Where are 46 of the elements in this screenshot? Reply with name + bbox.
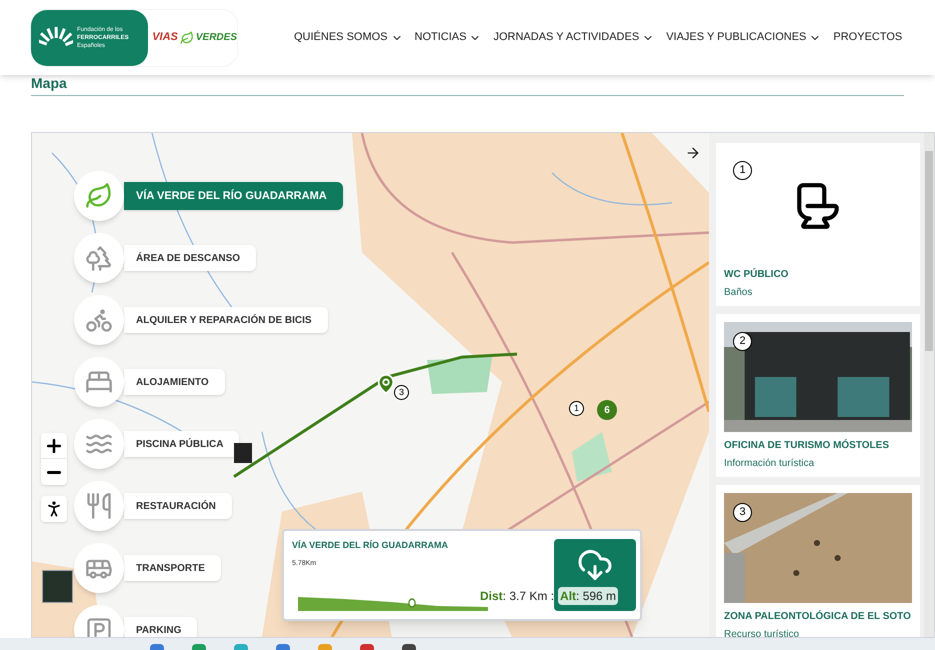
taskbar-icon[interactable] [150, 644, 164, 650]
minus-icon [47, 470, 61, 474]
category-button[interactable]: ALOJAMIENTO [124, 369, 225, 395]
point-subtitle: Baños [724, 286, 754, 300]
map-pin-icon[interactable] [375, 373, 397, 395]
point-card[interactable]: 1 WC PÚBLICO Baños [716, 143, 920, 306]
number-badge: 1 [733, 161, 752, 180]
locate-button[interactable] [41, 496, 67, 522]
nav-link[interactable]: JORNADAS Y ACTIVIDADES [493, 29, 654, 46]
nav-link[interactable]: NOTICIAS [414, 29, 482, 46]
leaf-icon [180, 30, 194, 44]
page-title: Mapa [31, 75, 67, 91]
category-button[interactable]: PISCINA PÚBLICA [124, 431, 240, 457]
point-subtitle: Información turística [724, 457, 816, 471]
taskbar-icon[interactable] [402, 644, 416, 650]
popup-title: VÍA VERDE DEL RÍO GUADARRAMA [292, 539, 448, 552]
category-icon [85, 182, 113, 210]
nav-link[interactable]: QUIÉNES SOMOS [294, 29, 403, 46]
category-button[interactable]: PARKING [124, 617, 198, 637]
scrollbar[interactable] [924, 133, 934, 637]
point-card[interactable]: 2 OFICINA DE TURISMO MÓSTOLES Información turística [716, 314, 920, 477]
taskbar-icon[interactable] [360, 644, 374, 650]
nav-link[interactable]: PROYECTOS [833, 29, 902, 46]
brand-word: VIAS [152, 30, 178, 46]
readout-label: Dist [480, 588, 503, 605]
category-icon [85, 492, 113, 520]
category-button[interactable]: ÁREA DE DESCANSO [124, 245, 256, 271]
readout-value: : 3.7 Km : [502, 588, 554, 605]
category-button[interactable]: RESTAURACIÓN [124, 493, 232, 519]
category-button[interactable]: VÍA VERDE DEL RÍO GUADARRAMA [124, 182, 343, 210]
taskbar-icon[interactable] [276, 644, 290, 650]
brand-word: VERDES [196, 31, 237, 45]
point-subtitle: Recurso turístico [724, 628, 800, 637]
readout-label: Alt [560, 588, 576, 605]
category-button[interactable]: ALQUILER Y REPARACIÓN DE BICIS [124, 307, 328, 333]
satellite-layer-thumbnail[interactable] [42, 570, 73, 603]
point-card[interactable]: 3 ZONA PALEONTOLÓGICA DE EL SOTO Recurso turístico [716, 485, 920, 637]
point-title: WC PÚBLICO [724, 267, 790, 282]
category-button[interactable]: TRANSPORTE [124, 555, 221, 581]
nav-link[interactable]: VIAJES Y PUBLICACIONES [666, 29, 822, 46]
sunburst-icon [39, 26, 73, 48]
point-title: ZONA PALEONTOLÓGICA DE EL SOTO [724, 609, 912, 624]
category-icon [85, 244, 113, 272]
readout-value: : 596 m [576, 588, 616, 605]
category-icon [85, 616, 113, 637]
point-title: OFICINA DE TURISMO MÓSTOLES [724, 438, 890, 453]
